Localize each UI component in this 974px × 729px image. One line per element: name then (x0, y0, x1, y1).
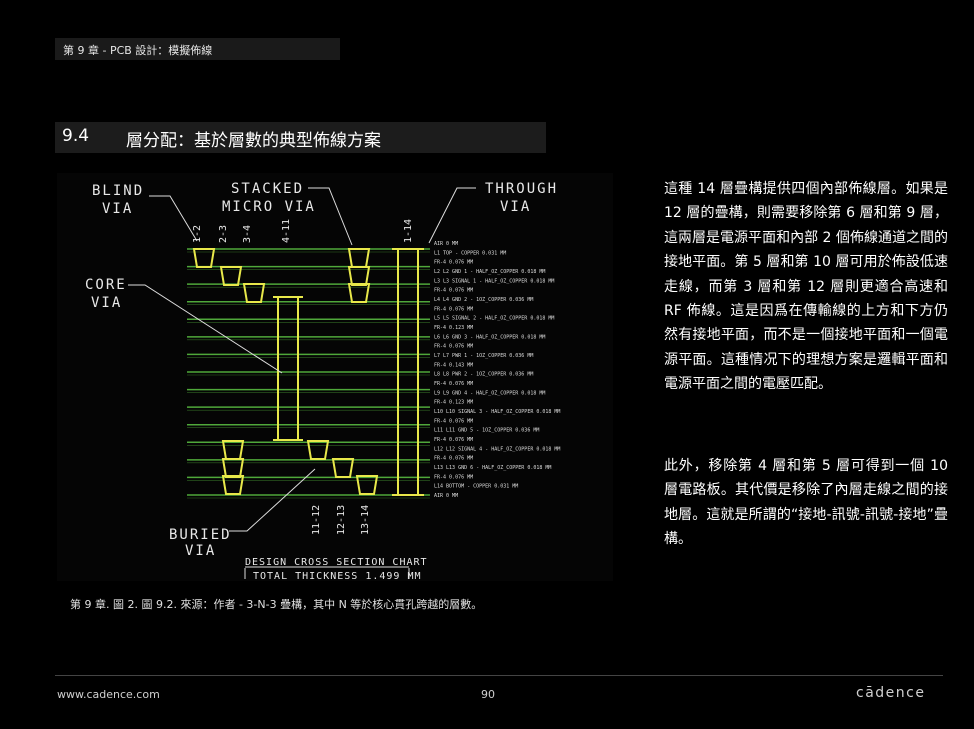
body-paragraph-1: 這種 14 層疊構提供四個內部佈線層。如果是 12 層的疊構，則需要移除第 6 … (664, 181, 948, 393)
stackup-entry: L10 L10 SIGNAL 3 - HALF_OZ_COPPER 0.018 … (434, 409, 560, 415)
stackup-entry: L3 L3 SIGNAL 1 - HALF_OZ_COPPER 0.018 MM (434, 278, 554, 284)
stackup-entry: L7 L7 PWR 1 - 1OZ_COPPER 0.036 MM (434, 353, 533, 359)
stackup-entry: FR-4 0.076 MM (434, 260, 473, 266)
span-label-top: 3-4 (242, 225, 253, 243)
page-number: 90 (481, 688, 495, 701)
label-through-via: VIA (500, 199, 531, 215)
stackup-entry: FR-4 0.076 MM (434, 456, 473, 462)
stackup-entry: L2 L2 GND 1 - HALF_OZ_COPPER 0.018 MM (434, 269, 545, 275)
stackup-entry: L5 L5 SIGNAL 2 - HALF_OZ_COPPER 0.018 MM (434, 316, 554, 322)
stackup-figure: BLIND VIA STACKED MICRO VIA THROUGH VIA … (57, 173, 613, 582)
span-label-top: 1-2 (192, 225, 203, 243)
label-buried: BURIED (169, 527, 232, 543)
label-blind: BLIND (92, 183, 144, 199)
micro-via (355, 475, 379, 495)
footer-url[interactable]: www.cadence.com (57, 688, 160, 701)
span-label-bottom: 11-12 (311, 505, 322, 535)
label-core: CORE (85, 277, 127, 293)
stackup-entry: L13 L13 GND 6 - HALF_OZ_COPPER 0.018 MM (434, 465, 551, 471)
cadence-logo: cādence (856, 685, 926, 701)
label-stacked: STACKED (231, 181, 304, 197)
stackup-entry: FR-4 0.076 MM (434, 437, 473, 443)
stackup-entry: L11 L11 GND 5 - 1OZ_COPPER 0.036 MM (434, 428, 539, 434)
stackup-entry: L14 BOTTOM - COPPER 0.031 MM (434, 484, 518, 490)
span-label-top: 4-11 (281, 219, 292, 243)
stackup-entry: L8 L8 PWR 2 - 1OZ_COPPER 0.036 MM (434, 372, 533, 378)
label-micro-via: MICRO VIA (222, 199, 316, 215)
figure-caption: 第 9 章. 圖 2. 圖 9.2. 來源：作者 - 3-N-3 疊構，其中 N… (70, 598, 483, 611)
total-thickness: TOTAL THICKNESS 1.499 MM (253, 571, 422, 581)
micro-via (221, 475, 245, 495)
stackup-diagram: BLIND VIA STACKED MICRO VIA THROUGH VIA … (85, 181, 560, 582)
core-via-pointer (128, 284, 283, 374)
stackup-entry: FR-4 0.123 MM (434, 325, 473, 331)
stackup-entry: L9 L9 GND 4 - HALF_OZ_COPPER 0.018 MM (434, 390, 545, 396)
stackup-entry: L1 TOP - COPPER 0.031 MM (434, 250, 506, 256)
stackup-entry: FR-4 0.076 MM (434, 381, 473, 387)
core-via (277, 296, 299, 441)
stackup-entry: L4 L4 GND 2 - 1OZ_COPPER 0.036 MM (434, 297, 533, 303)
span-label-bottom: 12-13 (336, 505, 347, 535)
micro-via (306, 440, 330, 460)
label-blind-via: VIA (102, 201, 133, 217)
section-title: 層分配：基於層數的典型佈線方案 (126, 131, 381, 151)
stackup-entry: FR-4 0.076 MM (434, 474, 473, 480)
stackup-entry: AIR 0 MM (434, 493, 458, 499)
stackup-entry: AIR 0 MM (434, 241, 458, 247)
micro-via (347, 283, 371, 303)
chart-title: DESIGN CROSS SECTION CHART (245, 557, 428, 568)
label-core-via: VIA (91, 295, 122, 311)
body-paragraph-2: 此外，移除第 4 層和第 5 層可得到一個 10 層電路板。其代價是移除了內層走… (664, 458, 948, 548)
stackup-entry: FR-4 0.076 MM (434, 418, 473, 424)
span-label-top: 2-3 (218, 225, 229, 243)
span-label-top: 1-14 (403, 219, 414, 243)
stackup-entry: L12 L12 SIGNAL 4 - HALF_OZ_COPPER 0.018 … (434, 446, 560, 452)
stackup-entry: FR-4 0.123 MM (434, 400, 473, 406)
stackup-entry: FR-4 0.143 MM (434, 362, 473, 368)
micro-via (221, 440, 245, 460)
label-through: THROUGH (485, 181, 558, 197)
blind-via-pointer (149, 195, 198, 242)
stackup-entry: FR-4 0.076 MM (434, 344, 473, 350)
span-label-bottom: 13-14 (360, 505, 371, 535)
micro-via (242, 283, 266, 303)
micro-via (221, 458, 245, 478)
stackup-entry: L6 L6 GND 3 - HALF_OZ_COPPER 0.018 MM (434, 334, 545, 340)
micro-via (331, 458, 355, 478)
through-via-pointer (428, 187, 476, 244)
footer-divider (55, 675, 943, 676)
stackup-entry: FR-4 0.076 MM (434, 306, 473, 312)
chapter-header: 第 9 章 - PCB 設計：模擬佈線 (63, 44, 213, 57)
stackup-entry: FR-4 0.076 MM (434, 288, 473, 294)
stacked-via-pointer (308, 187, 353, 246)
label-buried-via: VIA (185, 543, 216, 559)
section-number: 9.4 (62, 126, 90, 146)
